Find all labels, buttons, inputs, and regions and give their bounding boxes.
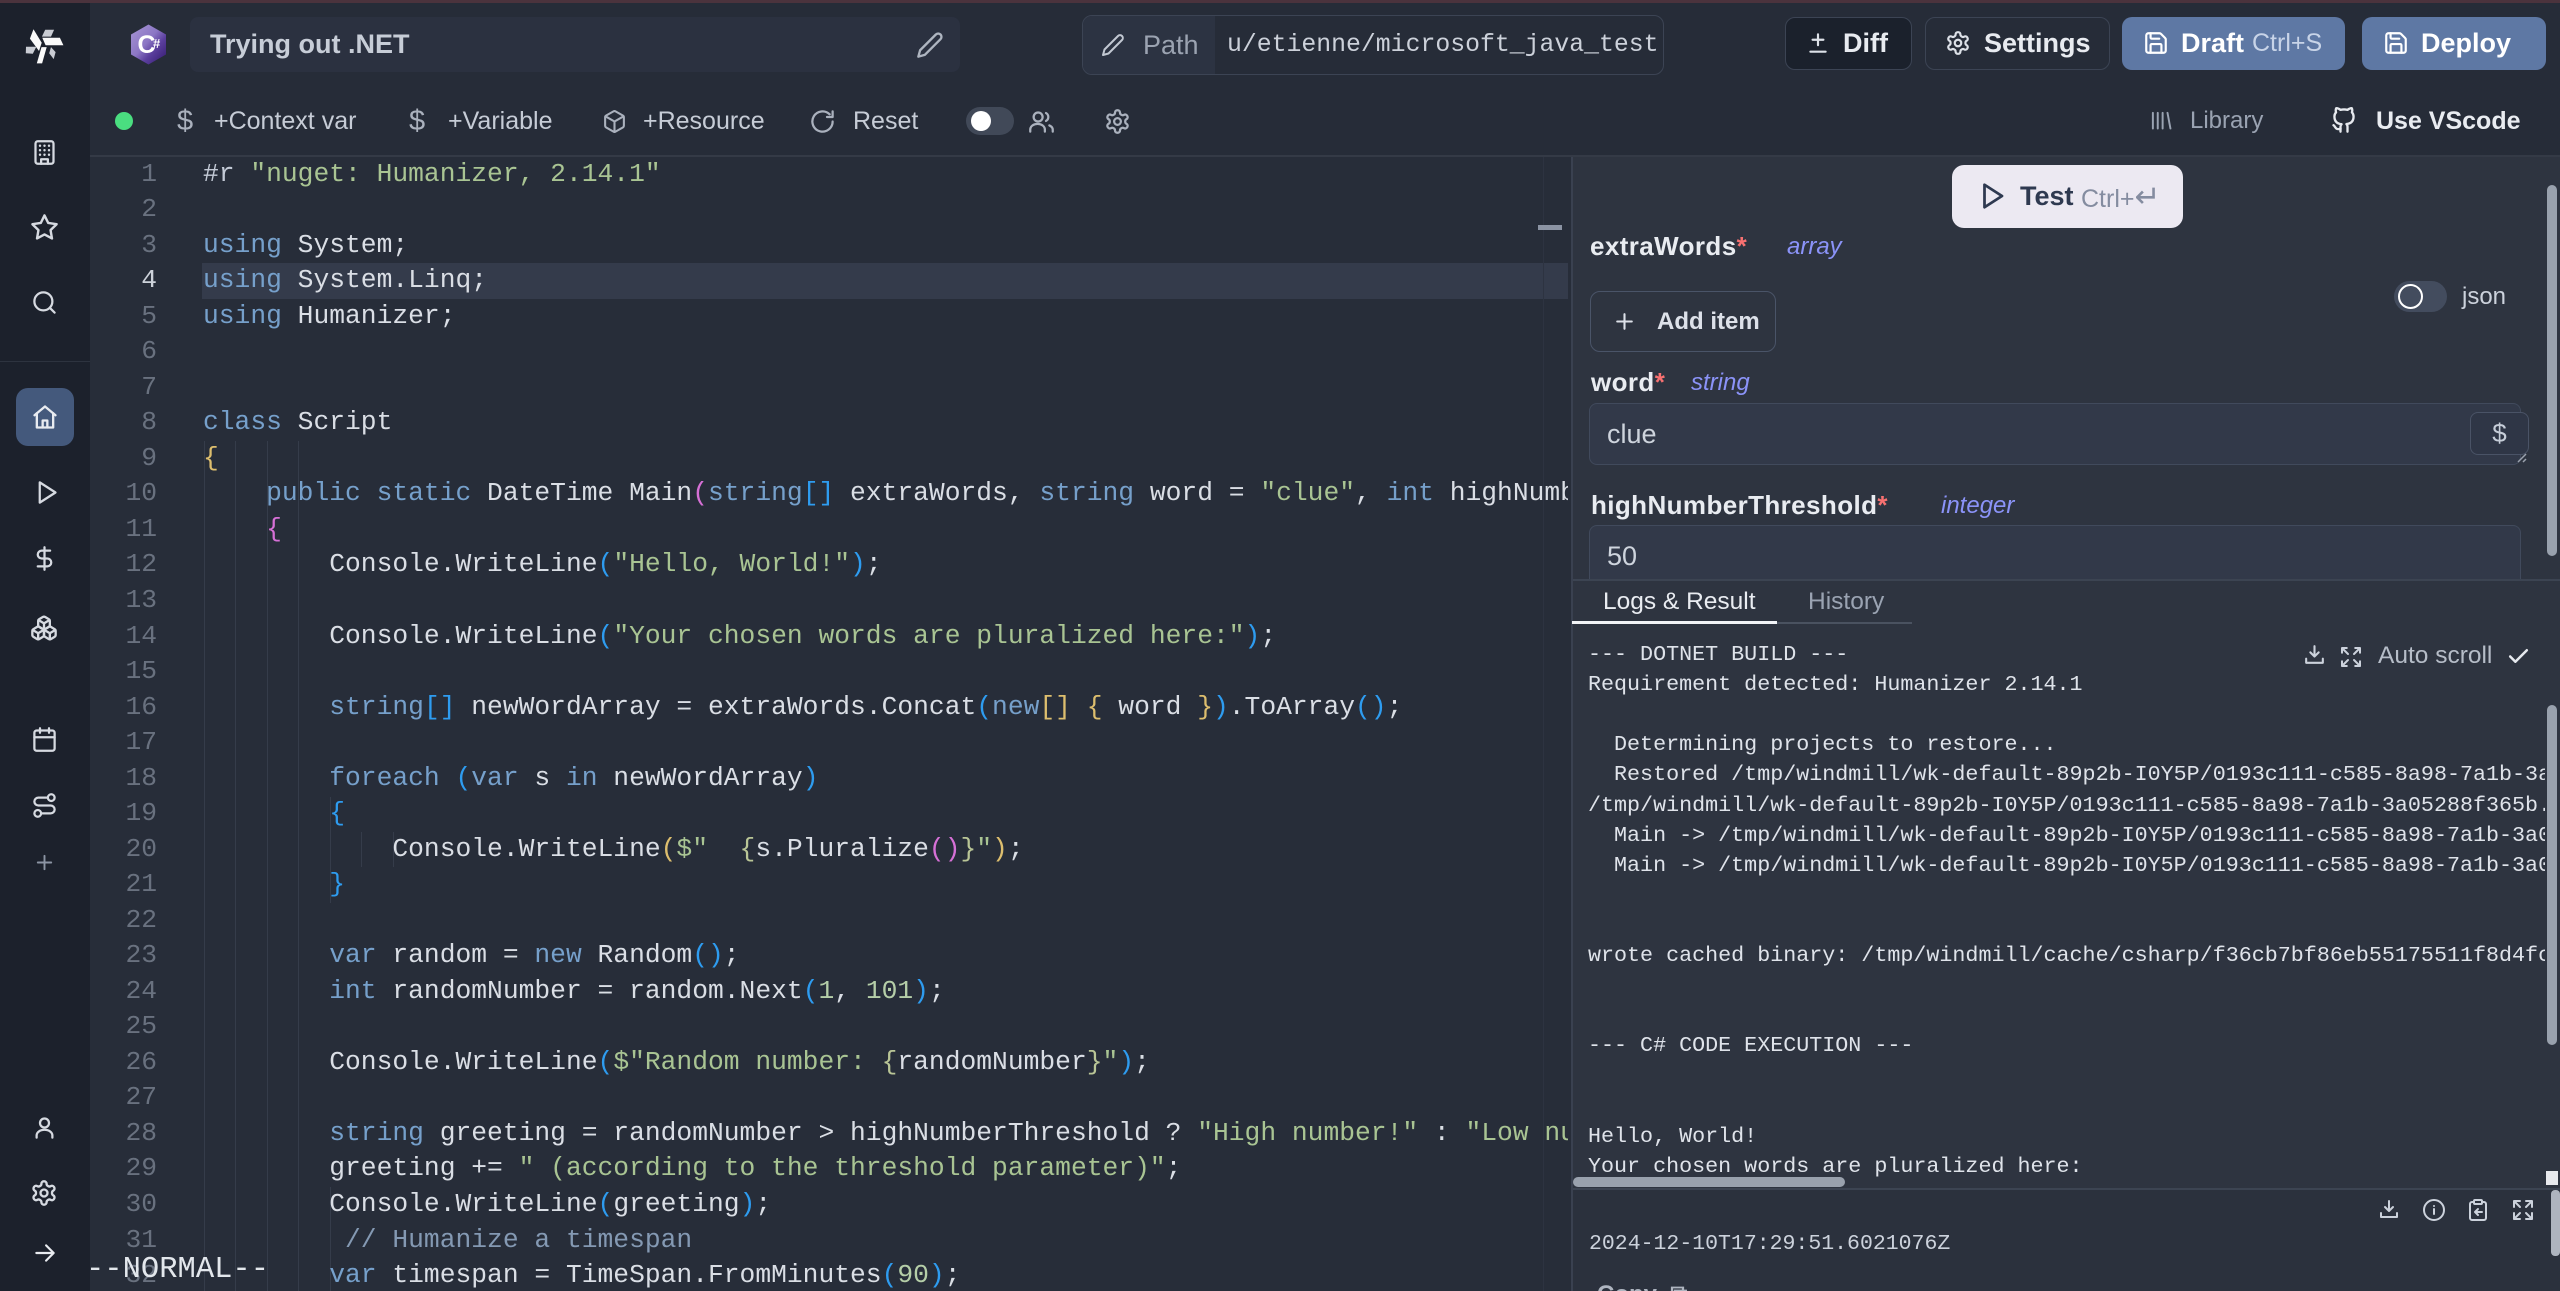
svg-text:#: # — [153, 36, 161, 51]
